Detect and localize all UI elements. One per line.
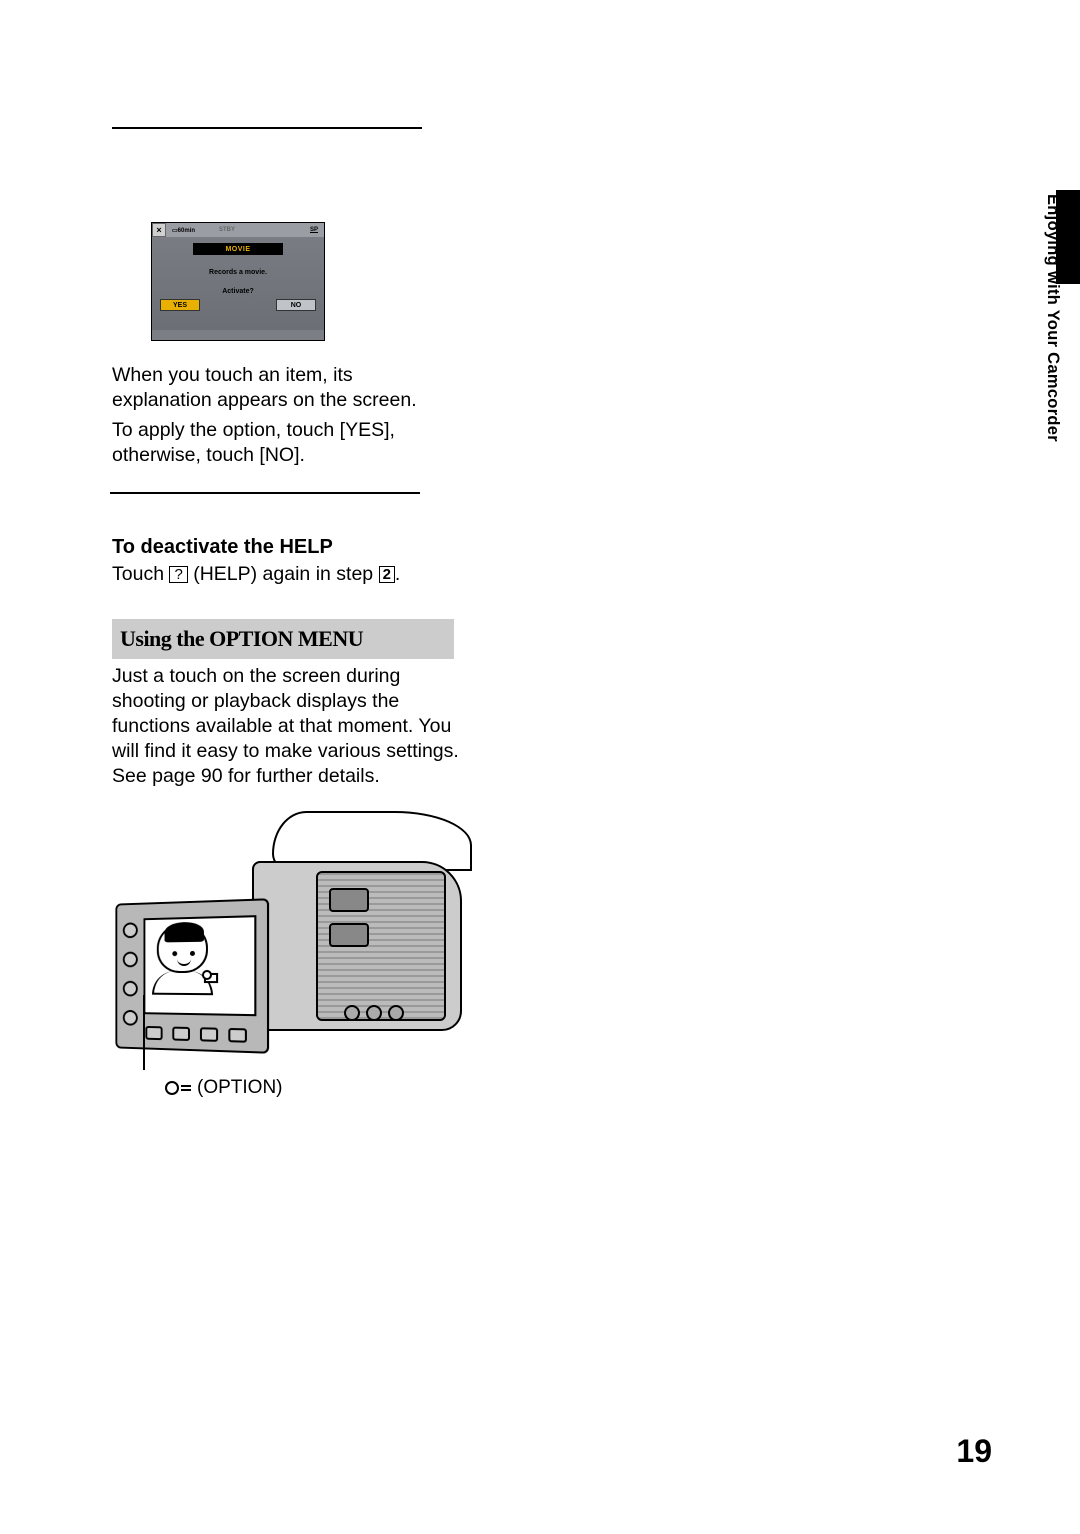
option-icon bbox=[165, 1081, 191, 1095]
option-callout-label: (OPTION) bbox=[165, 1077, 283, 1099]
battery-indicator: ▭60min bbox=[172, 227, 195, 234]
yes-button[interactable]: YES bbox=[160, 299, 200, 311]
section-divider-top bbox=[112, 127, 422, 129]
help-icon: ? bbox=[169, 566, 187, 583]
step-number-box: 2 bbox=[379, 566, 395, 583]
page-number: 19 bbox=[956, 1433, 992, 1470]
heading-option-menu: Using the OPTION MENU bbox=[112, 619, 454, 659]
chapter-side-text: Enjoying with Your Camcorder bbox=[1043, 194, 1062, 442]
paragraph-explanation: When you touch an item, its explanation … bbox=[112, 363, 422, 413]
section-divider-mid bbox=[110, 492, 420, 494]
close-icon[interactable]: × bbox=[152, 223, 166, 237]
lcd-bottom-bar bbox=[152, 330, 324, 340]
paragraph-option-menu: Just a touch on the screen during shooti… bbox=[112, 664, 462, 789]
heading-deactivate-help: To deactivate the HELP bbox=[112, 536, 333, 559]
lcd-help-dialog: × ▭60min STBY SP MOVIE Records a movie. … bbox=[151, 222, 325, 341]
movie-tag: MOVIE bbox=[193, 243, 283, 255]
paragraph-touch-help: Touch ? (HELP) again in step 2. bbox=[112, 563, 400, 586]
camcorder-illustration bbox=[112, 821, 422, 1071]
callout-line bbox=[143, 995, 145, 1070]
lcd-activate-text: Activate? bbox=[152, 288, 324, 295]
lcd-status-bar: × ▭60min STBY SP bbox=[152, 223, 324, 237]
sp-label: SP bbox=[310, 227, 318, 233]
stby-label: STBY bbox=[219, 227, 235, 233]
lcd-records-text: Records a movie. bbox=[152, 269, 324, 276]
paragraph-apply: To apply the option, touch [YES], otherw… bbox=[112, 418, 422, 468]
cartoon-face-icon bbox=[157, 922, 213, 995]
no-button[interactable]: NO bbox=[276, 299, 316, 311]
